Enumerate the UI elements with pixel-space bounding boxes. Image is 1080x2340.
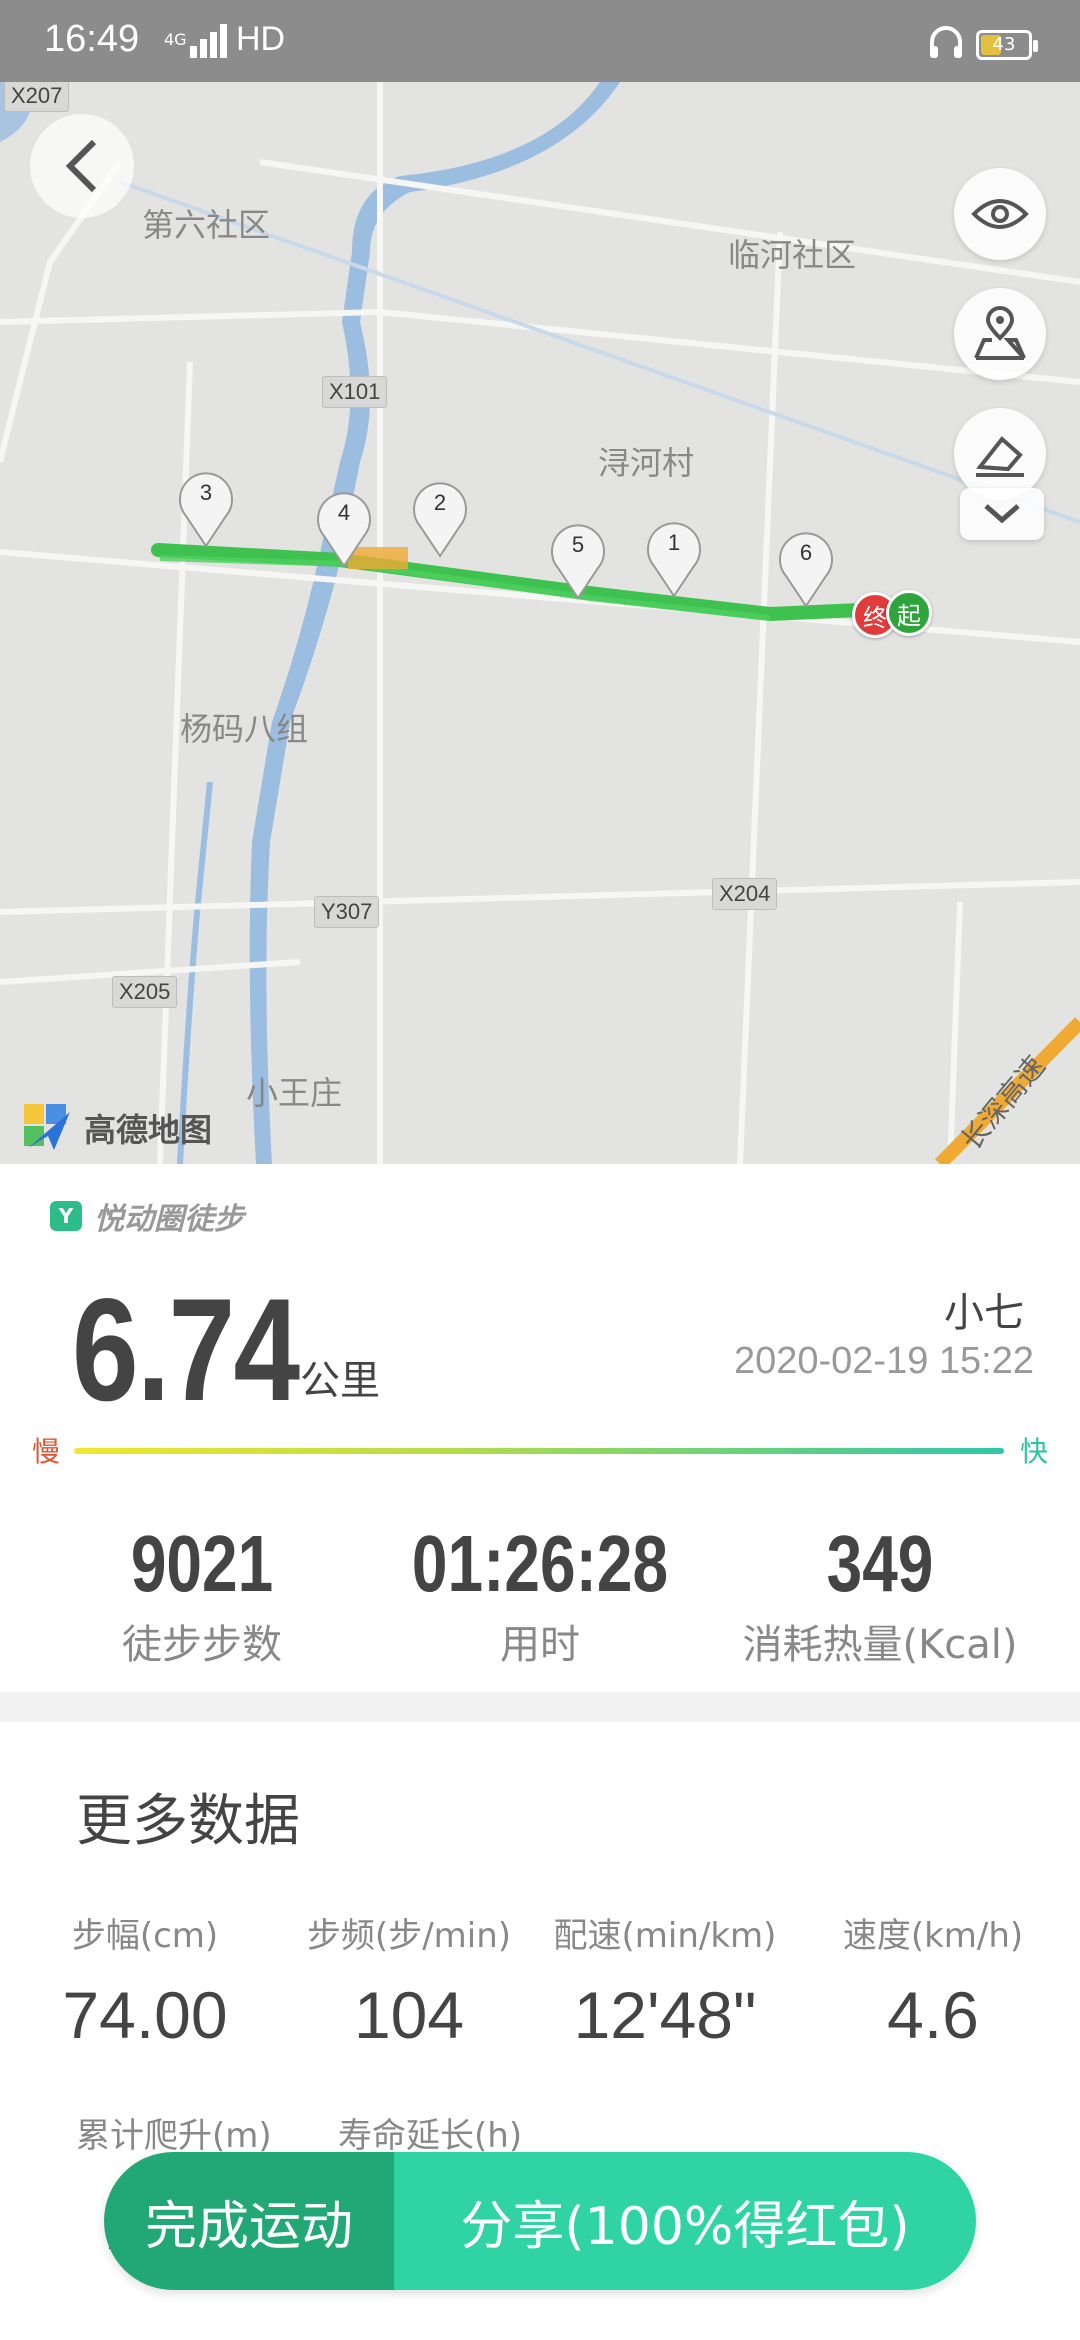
detail-value: 12'48" — [573, 1978, 757, 2052]
bottom-action-bar: 完成运动 分享(100%得红包) — [104, 2152, 976, 2290]
detail-value: 104 — [353, 1978, 465, 2052]
erase-button[interactable] — [954, 408, 1046, 500]
detail-label: 步频(步/min) — [306, 1916, 512, 1956]
km-marker[interactable]: 1 — [646, 522, 702, 598]
map-pin-icon — [974, 306, 1026, 360]
eraser-icon — [976, 436, 1024, 477]
detail-life-label: 寿命延长(h) — [338, 2116, 523, 2156]
stat-label: 消耗热量(Kcal) — [742, 1622, 1018, 1668]
status-bar: 16:49 4G HD 43 — [0, 0, 1080, 82]
place-label: 小王庄 — [246, 1074, 343, 1112]
distance-unit: 公里 — [300, 1358, 380, 1404]
road-label: X207 — [4, 82, 70, 112]
km-marker[interactable]: 3 — [178, 472, 234, 548]
finish-button[interactable]: 完成运动 — [104, 2152, 394, 2290]
detail-label: 配速(min/km) — [553, 1916, 777, 1956]
eye-icon — [971, 199, 1029, 229]
stat-duration: 01:26:28 用时 — [360, 1518, 720, 1670]
stat-calories: 349 消耗热量(Kcal) — [700, 1518, 1060, 1670]
km-marker[interactable]: 5 — [550, 524, 606, 600]
collapse-button[interactable] — [960, 488, 1044, 540]
stat-value: 349 — [826, 1519, 934, 1608]
detail-label: 速度(km/h) — [842, 1916, 1024, 1956]
pace-slow-label: 慢 — [32, 1435, 61, 1468]
road-label: X101 — [322, 376, 388, 408]
back-button[interactable] — [30, 114, 134, 218]
road-label: X204 — [712, 878, 778, 910]
network-type: 4G — [164, 30, 187, 49]
km-marker[interactable]: 2 — [412, 482, 468, 558]
pace-fast-label: 快 — [1020, 1435, 1049, 1468]
place-label: 浔河村 — [598, 444, 695, 482]
hd-indicator: HD — [236, 20, 286, 58]
more-data-title: 更多数据 — [76, 1789, 300, 1854]
place-label: 临河社区 — [728, 236, 857, 274]
route-map[interactable]: 第六社区 临河社区 浔河村 杨码八组 小王庄 长深高速 X207 X101 Y3… — [0, 82, 1080, 1164]
stat-value: 01:26:28 — [411, 1519, 669, 1608]
user-name: 小七 — [944, 1290, 1024, 1336]
brand-logo: Y 悦动圈徒步 — [50, 1194, 244, 1238]
headset-icon — [926, 22, 966, 66]
detail-value: 74.00 — [62, 1978, 228, 2052]
detail-value: 4.6 — [887, 1978, 979, 2052]
detail-pace: 配速(min/km) 12'48" — [540, 1908, 790, 2053]
signal-icon — [190, 24, 230, 58]
detail-climb-label: 累计爬升(m) — [76, 2116, 272, 2156]
detail-cadence: 步频(步/min) 104 — [284, 1908, 534, 2053]
share-button[interactable]: 分享(100%得红包) — [394, 2152, 976, 2290]
pace-gradient-bar — [74, 1448, 1004, 1454]
stat-label: 徒步步数 — [122, 1622, 282, 1668]
amap-logo-icon — [24, 1104, 70, 1150]
km-marker[interactable]: 4 — [316, 492, 372, 568]
road-label: Y307 — [314, 896, 380, 928]
battery-icon: 43 — [976, 30, 1038, 60]
place-label: 第六社区 — [142, 206, 271, 244]
brand-icon: Y — [50, 1201, 82, 1231]
back-icon — [65, 139, 97, 193]
start-point[interactable]: 起 — [886, 590, 932, 636]
toggle-visibility-button[interactable] — [954, 168, 1046, 260]
detail-label: 步幅(cm) — [71, 1916, 219, 1956]
road-label: X205 — [112, 976, 178, 1008]
status-time: 16:49 — [44, 18, 140, 60]
brand-name: 悦动圈徒步 — [94, 1202, 244, 1237]
stat-label: 用时 — [500, 1622, 580, 1668]
place-label: 杨码八组 — [180, 710, 309, 748]
stat-steps: 9021 徒步步数 — [22, 1518, 382, 1670]
activity-datetime: 2020-02-19 15:22 — [733, 1340, 1034, 1382]
section-divider — [0, 1692, 1080, 1722]
battery-level: 43 — [992, 34, 1016, 55]
detail-speed: 速度(km/h) 4.6 — [808, 1908, 1058, 2053]
chevron-down-icon — [984, 504, 1020, 524]
map-style-button[interactable] — [954, 288, 1046, 380]
map-provider-name: 高德地图 — [84, 1111, 213, 1149]
distance-value: 6.74 — [72, 1268, 300, 1431]
detail-stride: 步幅(cm) 74.00 — [20, 1908, 270, 2053]
map-provider-logo: 高德地图 — [22, 1102, 212, 1154]
stat-value: 9021 — [130, 1519, 274, 1608]
km-marker[interactable]: 6 — [778, 532, 834, 608]
